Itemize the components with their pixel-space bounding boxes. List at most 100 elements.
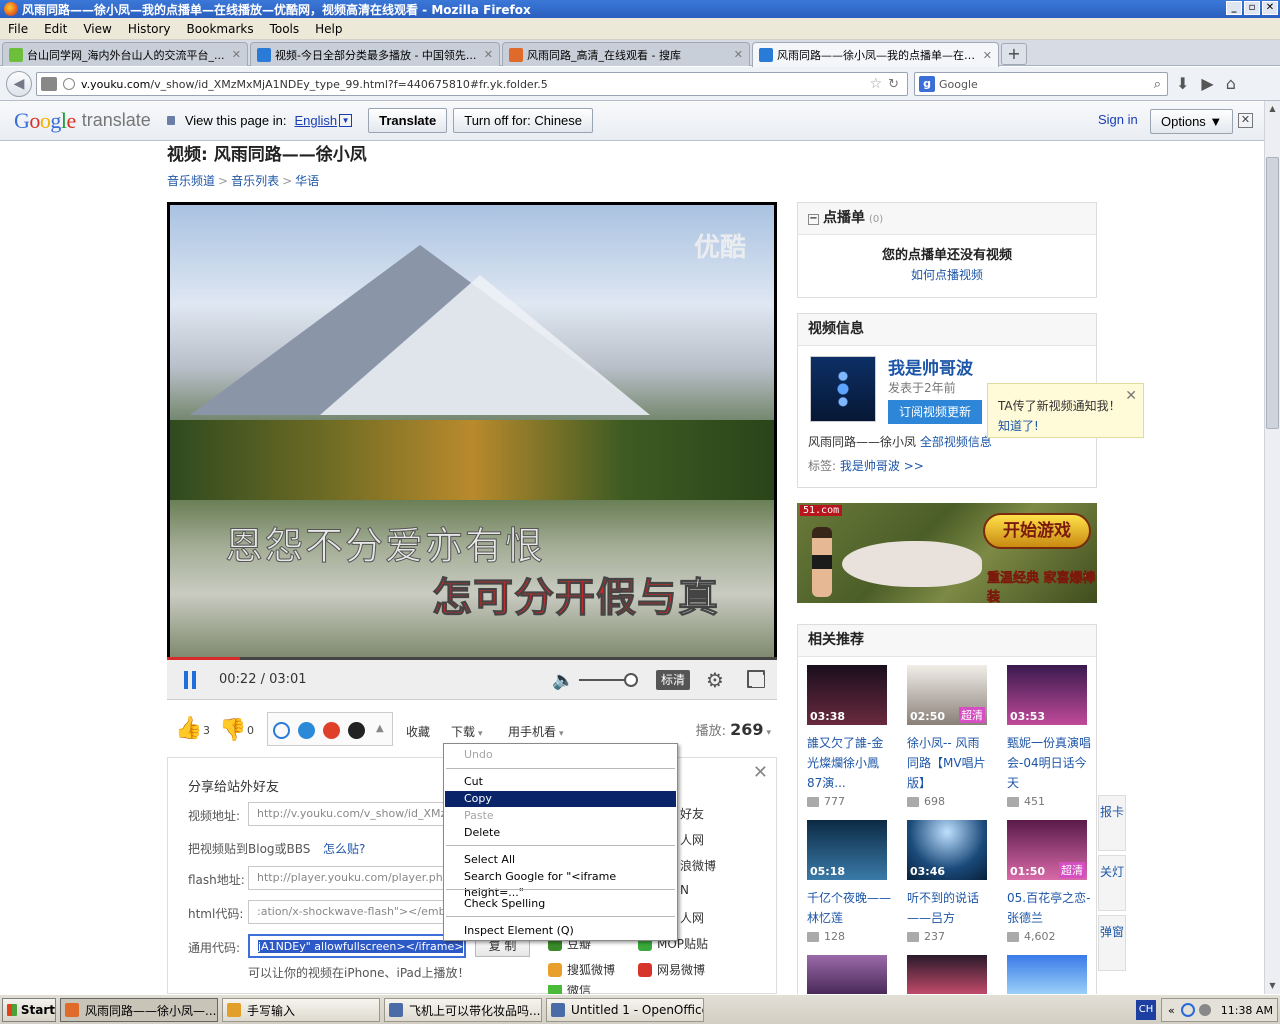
related-video-title[interactable]: 誰又欠了誰-金光燦爛徐小鳳87演... <box>807 733 891 793</box>
menu-item-search-google[interactable]: Search Google for "<iframe height=..." <box>445 869 676 899</box>
menu-tools[interactable]: Tools <box>262 22 308 36</box>
menu-edit[interactable]: Edit <box>36 22 75 36</box>
scroll-thumb[interactable] <box>1266 157 1279 429</box>
translate-button[interactable]: Translate <box>368 108 448 133</box>
collect-button[interactable]: 收藏 <box>406 723 430 740</box>
share-expand-icon[interactable]: ▲ <box>376 723 384 734</box>
thumbs-up-icon[interactable]: 👍 <box>175 716 202 741</box>
pause-icon[interactable] <box>182 671 198 689</box>
video-thumbnail[interactable]: 05:18 <box>807 820 887 880</box>
sns-share-link[interactable]: 人网 <box>680 831 704 848</box>
html-code-field[interactable]: :ation/x-shockwave-flash"></embe <box>248 900 466 924</box>
menu-item-delete[interactable]: Delete <box>445 825 676 841</box>
uploader-name[interactable]: 我是帅哥波 <box>888 354 973 379</box>
tag-link[interactable]: 我是帅哥波 >> <box>840 459 924 473</box>
taskbar-item[interactable]: 飞机上可以带化妆品吗... <box>384 998 542 1022</box>
video-thumbnail[interactable] <box>1007 955 1087 994</box>
new-tab-button[interactable]: + <box>1001 43 1027 65</box>
tab-close-icon[interactable]: ✕ <box>232 48 241 61</box>
game-advertisement[interactable]: 51.com 开始游戏 重温经典 家喜爆棒装 <box>797 503 1097 603</box>
video-player[interactable]: 优酷 恩怨不分爱亦有恨 怎可分开假与真 <box>167 202 777 660</box>
language-dropdown-icon[interactable]: ▼ <box>339 114 353 127</box>
sns-share-link[interactable]: N <box>680 883 689 897</box>
back-button[interactable]: ◀ <box>6 71 32 97</box>
menu-item-check-spelling[interactable]: Check Spelling <box>445 896 676 912</box>
menu-help[interactable]: Help <box>307 22 350 36</box>
turn-off-chinese-button[interactable]: Turn off for: Chinese <box>453 108 594 133</box>
related-video-title[interactable]: 徐小凤-- 风雨同路【MV唱片版】 <box>907 733 991 793</box>
minimize-button[interactable]: _ <box>1226 1 1242 15</box>
menu-history[interactable]: History <box>120 22 179 36</box>
maximize-button[interactable]: ▫ <box>1244 1 1260 15</box>
search-magnifier-icon[interactable]: ⌕ <box>1154 77 1161 92</box>
home-icon[interactable]: ⌂ <box>1226 74 1236 93</box>
browser-tab-active[interactable]: 风雨同路——徐小凤—我的点播单—在线... ✕ <box>752 42 999 67</box>
side-tab-lights-off[interactable]: 关灯 <box>1098 855 1126 911</box>
taskbar-item[interactable]: Untitled 1 - OpenOffice.... <box>546 998 704 1022</box>
crumb-music-channel[interactable]: 音乐频道 <box>167 174 215 188</box>
menu-view[interactable]: View <box>75 22 119 36</box>
related-video-item[interactable]: 03:38 誰又欠了誰-金光燦爛徐小鳳87演... 777 <box>807 665 891 808</box>
watch-on-mobile-button[interactable]: 用手机看 ▾ <box>508 723 564 740</box>
tab-close-icon[interactable]: ✕ <box>484 48 493 61</box>
scroll-down-arrow-icon[interactable]: ▼ <box>1265 978 1280 993</box>
browser-tab[interactable]: 风雨同路_高清_在线观看 - 搜库 ✕ <box>502 42 750 66</box>
tab-close-icon[interactable]: ✕ <box>983 49 992 62</box>
subscribe-button[interactable]: 订阅视频更新 <box>888 400 982 424</box>
close-translate-bar-icon[interactable]: ✕ <box>1238 113 1253 128</box>
related-video-item[interactable]: 02:50 超清 徐小凤-- 风雨同路【MV唱片版】 698 <box>907 665 991 808</box>
page-scrollbar[interactable]: ▲ ▼ <box>1264 101 1280 994</box>
ad-start-game-button[interactable]: 开始游戏 <box>983 513 1091 549</box>
sns-share-link[interactable]: 搜狐微博 <box>548 961 615 978</box>
reload-icon[interactable]: ↻ <box>888 77 899 92</box>
fullscreen-icon[interactable] <box>747 670 765 688</box>
how-to-request-link[interactable]: 如何点播视频 <box>798 266 1096 283</box>
taskbar-item[interactable]: 风雨同路——徐小凤—... <box>60 998 218 1022</box>
video-thumbnail[interactable]: 03:53 <box>1007 665 1087 725</box>
how-to-paste-link[interactable]: 怎么贴? <box>323 840 365 857</box>
sns-share-link[interactable]: 微信 <box>548 985 591 994</box>
sign-in-link[interactable]: Sign in <box>1098 112 1138 127</box>
youku-share-icon[interactable] <box>273 722 290 739</box>
volume-tray-icon[interactable] <box>1198 1004 1211 1016</box>
related-video-item[interactable]: 05:18 千亿个夜晚——林忆莲 128 <box>807 820 891 943</box>
downloads-icon[interactable]: ⬇ <box>1176 74 1189 93</box>
avatar[interactable] <box>810 356 876 422</box>
crumb-music-list[interactable]: 音乐列表 <box>231 174 279 188</box>
search-input[interactable]: Google <box>939 78 1154 91</box>
sns-share-link[interactable]: 网易微博 <box>638 961 705 978</box>
menu-item-copy[interactable]: Copy <box>445 791 676 807</box>
sns-share-link[interactable]: 浪微博 <box>680 857 716 874</box>
volume-icon[interactable]: 🔈 <box>552 670 574 691</box>
video-frame[interactable]: 优酷 恩怨不分爱亦有恨 怎可分开假与真 <box>170 205 774 657</box>
tooltip-close-icon[interactable]: ✕ <box>1125 388 1137 404</box>
scroll-up-arrow-icon[interactable]: ▲ <box>1265 101 1280 116</box>
tray-expand-icon[interactable]: « <box>1168 1004 1175 1017</box>
menu-file[interactable]: File <box>0 22 36 36</box>
taskbar-item[interactable]: 手写输入 <box>222 998 380 1022</box>
site-identity-icon[interactable] <box>41 77 57 91</box>
menu-bookmarks[interactable]: Bookmarks <box>179 22 262 36</box>
side-tab-popout[interactable]: 弹窗 <box>1098 915 1126 971</box>
browser-tab[interactable]: 台山同学网_海内外台山人的交流平台_... ✕ <box>2 42 248 66</box>
quality-button[interactable]: 标清 <box>656 670 691 690</box>
video-thumbnail[interactable] <box>807 955 887 994</box>
menu-item-inspect-element[interactable]: Inspect Element (Q) <box>445 923 676 939</box>
settings-gear-icon[interactable]: ⚙ <box>706 668 724 692</box>
browser-tab[interactable]: 视频-今日全部分类最多播放 - 中国领先... ✕ <box>250 42 500 66</box>
network-icon[interactable] <box>1180 1003 1195 1017</box>
video-thumbnail[interactable]: 02:50 超清 <box>907 665 987 725</box>
start-button[interactable]: Start <box>2 998 56 1022</box>
related-video-title[interactable]: 05.百花亭之恋-张德兰 <box>1007 888 1091 928</box>
bookmark-star-icon[interactable]: ☆ <box>870 76 883 92</box>
related-video-title[interactable]: 千亿个夜晚——林忆莲 <box>807 888 891 928</box>
youtube-icon[interactable]: ▶ <box>1201 74 1213 93</box>
clock[interactable]: 11:38 AM <box>1221 1004 1273 1017</box>
tooltip-ok-link[interactable]: 知道了! <box>998 417 1039 434</box>
video-thumbnail[interactable] <box>907 955 987 994</box>
all-video-info-link[interactable]: 全部视频信息 <box>920 435 992 449</box>
share-close-icon[interactable]: ✕ <box>753 762 768 783</box>
video-thumbnail[interactable]: 03:46 <box>907 820 987 880</box>
search-bar[interactable]: g Google ⌕ <box>914 72 1168 96</box>
qq-penguin-icon[interactable] <box>348 722 365 739</box>
